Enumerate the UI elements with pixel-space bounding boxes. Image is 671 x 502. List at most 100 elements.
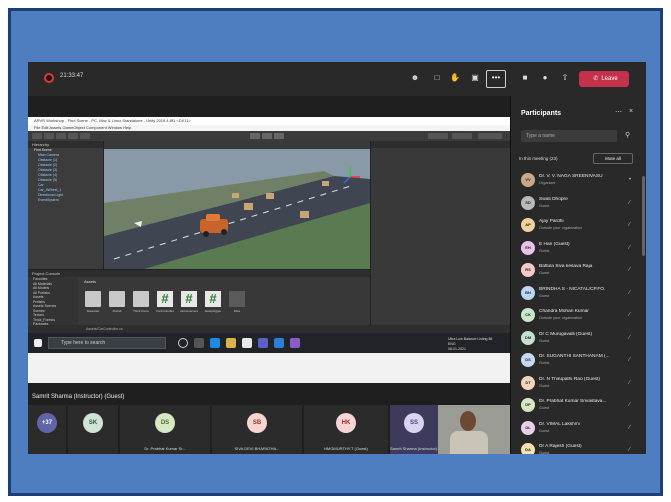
participant-row[interactable]: DT Dr. N Thirupathi Rao (Guest) Guest ∕ (511, 372, 646, 395)
asset-name: Thick Fores (133, 309, 149, 313)
mic-muted-icon[interactable]: ∕ (629, 267, 630, 273)
participant-row[interactable]: SD Swati Dhopre Guest ∕ (511, 192, 646, 215)
unity-toolbar (28, 131, 510, 141)
visual-studio-icon[interactable] (290, 338, 300, 348)
add-people-icon[interactable]: ⚲ (625, 131, 630, 139)
participant-role: Guest (539, 383, 550, 388)
leave-button[interactable]: ✆ Leave (579, 71, 629, 87)
participant-row[interactable]: DL Dr. VIMAL Lakshmi Guest ∕ (511, 417, 646, 440)
participant-row[interactable]: EH E Hari (Guest) Guest ∕ (511, 237, 646, 260)
mic-muted-icon[interactable]: ∕ (629, 200, 630, 206)
mic-muted-icon[interactable]: • (629, 177, 631, 183)
avatar: VV (521, 173, 535, 187)
participant-name: Dr C Murugavalli (Guest) (539, 331, 593, 337)
participant-role: Guest (539, 428, 550, 433)
assets-breadcrumb: Assets (84, 279, 97, 284)
scrollbar[interactable] (642, 176, 645, 256)
participant-tile[interactable]: +37 (28, 405, 66, 454)
edge-icon[interactable] (210, 338, 220, 348)
scene-view-toolbar (104, 141, 370, 149)
mic-muted-icon[interactable]: ∕ (629, 245, 630, 251)
panel-more-icon[interactable]: ⋯ (615, 108, 622, 116)
asset-item[interactable]: Thick Fores (132, 291, 150, 313)
unity-icon[interactable] (242, 338, 252, 348)
mic-muted-icon[interactable]: ∕ (629, 335, 630, 341)
more-actions-button[interactable]: ••• (486, 70, 506, 88)
avatar: SB (247, 413, 267, 433)
participant-role: Organizer (539, 181, 556, 185)
project-tree: Favorites All Materials All Models All Pref… (28, 277, 78, 326)
participant-row[interactable]: BN BRINDHA S - NICATAL/CP.FO. Guest ∕ (511, 282, 646, 305)
participant-tile[interactable]: SK (68, 405, 118, 454)
participant-row[interactable]: AP Ajay Pardhi Outside your organization ∕ (511, 214, 646, 237)
participant-search-input[interactable]: Type a name (521, 130, 617, 142)
mic-muted-icon[interactable]: ∕ (629, 290, 630, 296)
mic-muted-icon[interactable]: ∕ (629, 312, 630, 318)
mute-all-button[interactable]: Mute all (593, 153, 633, 164)
participant-tile[interactable]: DS Dr. Prabhat Kumar Sr... (120, 405, 210, 454)
chat-icon[interactable]: □ (430, 72, 444, 84)
close-icon[interactable]: × (629, 108, 633, 115)
asset-item[interactable]: Materials (84, 291, 102, 313)
in-meeting-section[interactable]: In this meeting (23) (519, 156, 558, 161)
avatar: AP (521, 218, 535, 232)
participant-tile[interactable]: HK HMGMURTHY.T (Guest) (304, 405, 388, 454)
task-view-icon[interactable] (194, 338, 204, 348)
participant-name: Swati Dhopre (539, 196, 568, 202)
phone-icon: ✆ (593, 76, 599, 82)
participant-list: VV Dr. V. V. NAGA SREENIVASU Organizer • SD S… (511, 169, 646, 454)
mic-muted-icon[interactable]: ∕ (629, 380, 630, 386)
teams-meeting-window: 21:33:47 ☻ □ ✋ ▣ ••• ■ ● ⇧ ✆ Leave ARVR W… (28, 62, 646, 454)
asset-item[interactable]: Prefab (108, 291, 126, 313)
avatar: DM (521, 330, 535, 345)
raise-hand-icon[interactable]: ✋ (448, 72, 462, 84)
windows-taskbar: Type here to search Ultra Low Balance Li… (28, 333, 510, 353)
teams-icon[interactable] (258, 338, 268, 348)
mic-muted-icon[interactable]: ∕ (629, 357, 630, 363)
participant-name: Dr. V. V. NAGA SREENIVASU (539, 174, 603, 179)
participant-row[interactable]: DM Dr C Murugavalli (Guest) Guest ∕ (511, 327, 646, 350)
participant-tile[interactable]: SS Samrit Sharma (Instructor)... (390, 405, 438, 454)
asset-item[interactable]: # carmovement (180, 291, 198, 313)
rooms-icon[interactable]: ▣ (468, 72, 482, 84)
asset-item[interactable]: # deskptrigger (204, 291, 222, 313)
scene-render (104, 149, 370, 269)
mic-muted-icon[interactable]: ∕ (629, 425, 630, 431)
taskbar-search[interactable]: Type here to search (48, 337, 166, 349)
participants-panel: Participants ⋯ × Type a name ⚲ In this m… (510, 96, 646, 454)
participant-name: Dr. N Thirupathi Rao (Guest) (539, 376, 600, 382)
file-icon (229, 291, 245, 307)
people-icon[interactable]: ☻ (408, 72, 422, 84)
avatar: RS (521, 263, 535, 277)
asset-item[interactable]: Files (228, 291, 246, 313)
windows-start-icon[interactable] (34, 339, 42, 347)
mic-muted-icon[interactable]: ∕ (629, 222, 630, 228)
participant-role: Guest (539, 406, 550, 410)
participant-row[interactable]: DP Dr. Prabhat Kumar Srivastava... Guest ∕ (511, 394, 646, 417)
participant-tile[interactable]: SB SIVA DEVI BHARATHA... (212, 405, 302, 454)
avatar: SD (521, 195, 535, 210)
share-screen-icon[interactable]: ⇧ (558, 72, 572, 84)
scene-view[interactable] (104, 141, 370, 269)
shared-screen: ARVR Workshop - Find Scene - PC, Mac & L… (28, 117, 510, 383)
camera-icon[interactable]: ■ (518, 72, 532, 84)
avatar: BN (521, 285, 535, 300)
participant-role: Outside your organization (539, 316, 583, 320)
hierarchy-title: Hierarchy (28, 141, 103, 148)
asset-item[interactable]: # CarController (156, 291, 174, 313)
chrome-icon[interactable] (274, 338, 284, 348)
file-explorer-icon[interactable] (226, 338, 236, 348)
recording-icon (44, 73, 54, 83)
speaker-head (460, 411, 476, 431)
microphone-icon[interactable]: ● (538, 72, 552, 84)
participant-row[interactable]: RS Battula Siva kesava Raja Guest ∕ (511, 259, 646, 282)
participant-name: Dr. Prabhat Kumar Srivastava... (539, 399, 607, 404)
mic-muted-icon[interactable]: ∕ (629, 402, 630, 408)
participant-row[interactable]: CK Chandra Mohan Kumar Outside your organi… (511, 304, 646, 327)
hierarchy-item[interactable]: EventSystem (28, 198, 103, 203)
mic-muted-icon[interactable]: ∕ (629, 447, 630, 453)
participant-row[interactable]: DS Dr. SUGANTHI SANTHANAM (... Guest ∕ (511, 349, 646, 372)
cortana-icon[interactable] (178, 338, 188, 348)
participant-row[interactable]: VV Dr. V. V. NAGA SREENIVASU Organizer • (511, 169, 646, 192)
participant-row[interactable]: DA Dr A Rajesh (Guest) Guest ∕ (511, 439, 646, 454)
